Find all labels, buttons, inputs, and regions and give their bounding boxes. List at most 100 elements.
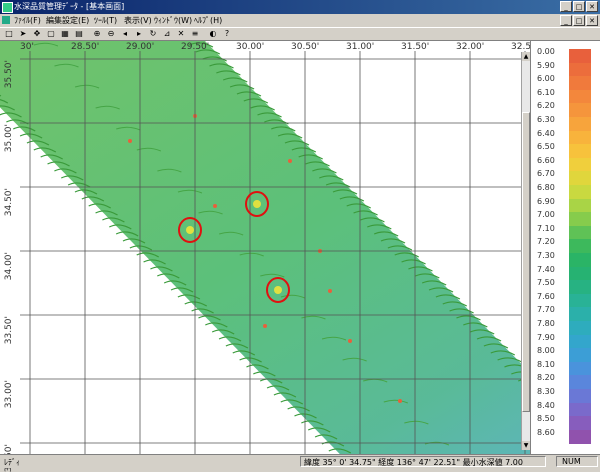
status-mode: ﾚﾃﾞｨ [4,458,20,467]
app-icon [2,2,13,13]
map-canvas[interactable] [0,41,530,454]
close-button[interactable]: ✕ [586,1,598,12]
bathymetry-map[interactable] [0,41,530,454]
legend-color-swatch [569,389,591,404]
legend-label: 7.70 [537,305,555,315]
legend-color-swatch [569,375,591,390]
menu-view[interactable]: 表示(V) [124,15,152,26]
y-tick-label: 34.50' [4,188,14,217]
document-window-controls: _ □ ✕ [560,15,598,26]
x-tick-label: 32.00' [456,42,485,52]
menu-window[interactable]: ｳｨﾝﾄﾞｳ(W) [154,15,192,26]
y-tick-label: 35.50' [4,60,14,89]
doc-close-button[interactable]: ✕ [586,15,598,26]
shallow-spot [348,339,352,343]
vertical-scrollbar[interactable]: ▲ ▼ [521,52,530,450]
legend-label: 7.20 [537,237,555,247]
menu-tools[interactable]: ﾂｰﾙ(T) [94,15,117,26]
x-tick-label: 30' [20,42,34,52]
layers-icon[interactable]: ≡ [190,29,200,39]
legend-label: 8.10 [537,359,555,369]
legend-label: 7.00 [537,210,555,220]
anomaly-spot [186,226,194,234]
scroll-up-icon[interactable]: ▲ [522,52,530,61]
window-controls: _ □ ✕ [560,1,598,12]
legend-color-swatch [569,361,591,376]
doc-minimize-button[interactable]: _ [560,15,572,26]
menu-help[interactable]: ﾍﾙﾌﾟ(H) [194,15,222,26]
shallow-spot [328,289,332,293]
legend-color-swatch [569,348,591,363]
x-tick-label: 31.50' [401,42,430,52]
shallow-spot [128,139,132,143]
legend-color-swatch [569,416,591,431]
anomaly-spot [274,286,282,294]
legend-label: 6.10 [537,87,555,97]
move-left-icon[interactable]: ◂ [120,29,130,39]
menu-file[interactable]: ﾌｧｲﾙ(F) [14,15,41,26]
doc-restore-button[interactable]: □ [573,15,585,26]
x-tick-label: 30.00' [236,42,265,52]
help-icon[interactable]: ? [222,29,232,39]
legend-color-swatch [569,239,591,254]
legend-label: 5.90 [537,60,555,70]
y-tick-label: 34.00' [4,252,14,281]
pan-icon[interactable]: ✥ [32,29,42,39]
window-title: 水深品質管理ﾃﾞｰﾀ - [基本画面] [14,2,125,11]
legend-label: 6.80 [537,183,555,192]
y-tick-label: 33.00' [4,380,14,409]
legend-color-swatch [569,402,591,417]
grid-icon[interactable]: ▦ [60,29,70,39]
legend-label: 7.50 [537,278,555,288]
legend-label: 6.90 [537,196,555,206]
window-titlebar: 水深品質管理ﾃﾞｰﾀ - [基本画面] _ □ ✕ [0,0,600,14]
scroll-thumb[interactable] [522,112,530,412]
zoom-out-icon[interactable]: ⊖ [106,29,116,39]
shallow-spot [213,204,217,208]
status-coordinates: 緯度 35° 0' 34.75" 経度 136° 47' 22.51" 最小水深… [304,458,523,467]
cross-icon[interactable]: ✕ [176,29,186,39]
shallow-spot [398,399,402,403]
depth-legend: 0.00 5.90 6.00 6.10 6.20 6.30 6.40 6.50 6.60 6.70… [530,41,600,454]
legend-color-swatch [569,280,591,295]
measure-icon[interactable]: ⊿ [162,29,172,39]
legend-label: 8.60 [537,427,555,437]
menu-edit-settings[interactable]: 編集設定(E) [46,15,89,26]
legend-color-swatch [569,171,591,186]
select-icon[interactable]: ▢ [46,29,56,39]
legend-label: 7.30 [537,251,555,260]
legend-label: 6.50 [537,142,555,152]
scroll-down-icon[interactable]: ▼ [522,441,530,450]
legend-label: 8.50 [537,414,555,424]
survey-swath [0,41,530,454]
color-icon[interactable]: ◐ [208,29,218,39]
legend-color-swatch [569,157,591,172]
legend-color-swatch [569,76,591,91]
x-tick-label: 30.50' [291,42,320,52]
table-icon[interactable]: ▤ [74,29,84,39]
legend-label: 7.10 [537,223,555,233]
zoom-in-icon[interactable]: ⊕ [92,29,102,39]
legend-label: 7.80 [537,319,555,328]
legend-color-swatch [569,198,591,213]
legend-color-swatch [569,293,591,308]
move-right-icon[interactable]: ▸ [134,29,144,39]
status-num: NUM [562,457,581,466]
legend-label: 6.30 [537,115,555,124]
legend-color-swatch [569,266,591,281]
x-tick-label: 31.00' [346,42,375,52]
x-tick-label: 29.50' [181,42,210,52]
legend-label: 6.00 [537,74,555,84]
legend-label: 6.20 [537,101,555,111]
refresh-icon[interactable]: ↻ [148,29,158,39]
legend-label: 6.70 [537,169,555,179]
new-file-icon[interactable]: □ [4,29,14,39]
legend-color-swatch [569,49,591,64]
legend-label: 8.20 [537,373,555,383]
legend-label: 8.00 [537,346,555,356]
legend-color-swatch [569,307,591,322]
menu-bar: ﾌｧｲﾙ(F) 編集設定(E) ﾂｰﾙ(T) 表示(V) ｳｨﾝﾄﾞｳ(W) ﾍ… [0,14,600,27]
minimize-button[interactable]: _ [560,1,572,12]
maximize-button[interactable]: □ [573,1,585,12]
pointer-icon[interactable]: ➤ [18,29,28,39]
